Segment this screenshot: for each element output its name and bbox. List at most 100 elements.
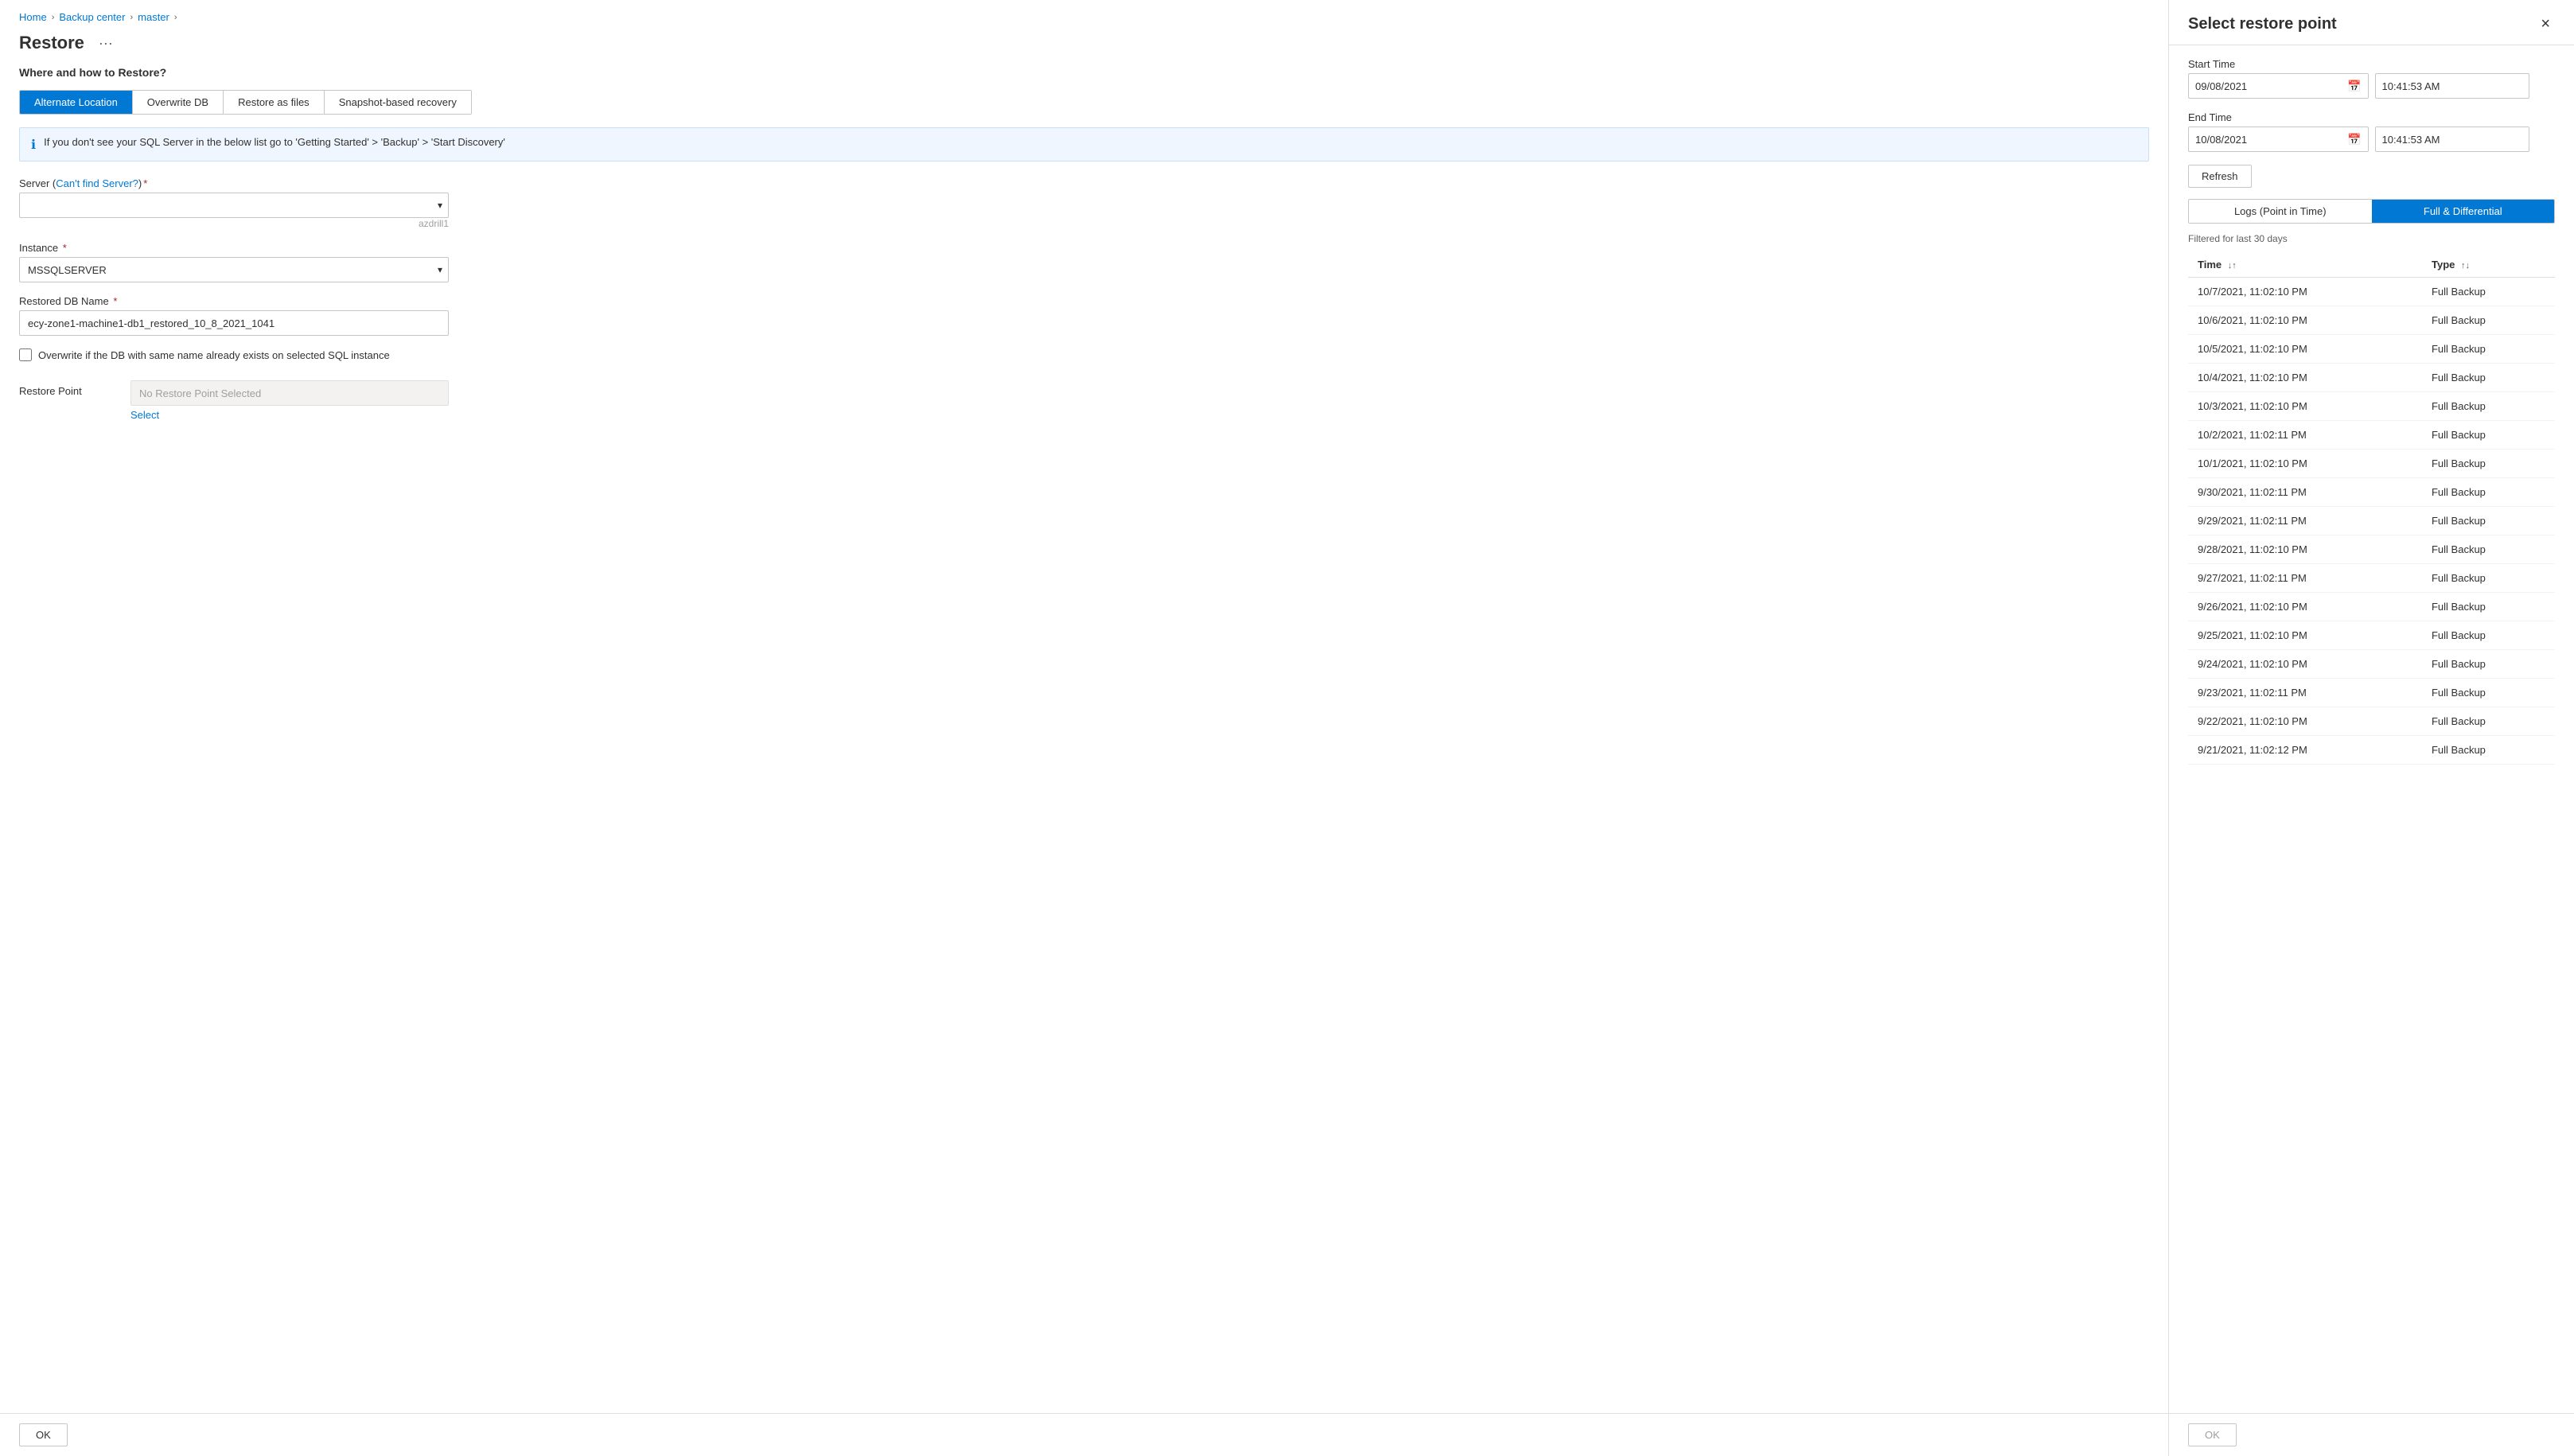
row-time: 10/2/2021, 11:02:11 PM bbox=[2188, 421, 2422, 450]
start-calendar-icon[interactable]: 📅 bbox=[2347, 80, 2361, 93]
end-date-group: 📅 bbox=[2188, 127, 2369, 152]
row-time: 9/28/2021, 11:02:10 PM bbox=[2188, 535, 2422, 564]
row-time: 10/5/2021, 11:02:10 PM bbox=[2188, 335, 2422, 364]
server-dropdown[interactable] bbox=[19, 193, 449, 218]
row-type: Full Backup bbox=[2422, 306, 2555, 335]
row-time: 10/1/2021, 11:02:10 PM bbox=[2188, 450, 2422, 478]
restore-type-tabs: Alternate Location Overwrite DB Restore … bbox=[19, 90, 472, 115]
breadcrumb-backup-center[interactable]: Backup center bbox=[59, 11, 125, 23]
table-row[interactable]: 10/7/2021, 11:02:10 PMFull Backup bbox=[2188, 278, 2555, 306]
end-date-input-wrapper: 📅 bbox=[2188, 127, 2369, 152]
end-calendar-icon[interactable]: 📅 bbox=[2347, 133, 2361, 146]
overwrite-label: Overwrite if the DB with same name alrea… bbox=[38, 349, 390, 361]
tab-restore-as-files[interactable]: Restore as files bbox=[224, 91, 325, 114]
breadcrumb-master[interactable]: master bbox=[138, 11, 169, 23]
start-date-input-wrapper: 📅 bbox=[2188, 73, 2369, 99]
panel-type-toggle: Logs (Point in Time) Full & Differential bbox=[2188, 199, 2555, 224]
breadcrumb-sep3: › bbox=[174, 13, 177, 22]
panel-title: Select restore point bbox=[2188, 15, 2337, 33]
row-type: Full Backup bbox=[2422, 364, 2555, 392]
row-type: Full Backup bbox=[2422, 507, 2555, 535]
select-restore-point-link[interactable]: Select bbox=[130, 409, 449, 421]
toggle-full-differential[interactable]: Full & Differential bbox=[2372, 200, 2555, 223]
table-row[interactable]: 9/26/2021, 11:02:10 PMFull Backup bbox=[2188, 593, 2555, 621]
end-time-input[interactable] bbox=[2375, 127, 2529, 152]
server-hint: azdrill1 bbox=[19, 218, 449, 229]
breadcrumb-home[interactable]: Home bbox=[19, 11, 47, 23]
row-time: 9/21/2021, 11:02:12 PM bbox=[2188, 736, 2422, 765]
table-row[interactable]: 10/6/2021, 11:02:10 PMFull Backup bbox=[2188, 306, 2555, 335]
breadcrumb: Home › Backup center › master › bbox=[0, 0, 2168, 28]
row-time: 9/23/2021, 11:02:11 PM bbox=[2188, 679, 2422, 707]
start-time-row: 📅 bbox=[2188, 73, 2555, 99]
start-time-input[interactable] bbox=[2375, 73, 2529, 99]
table-row[interactable]: 10/4/2021, 11:02:10 PMFull Backup bbox=[2188, 364, 2555, 392]
filter-text: Filtered for last 30 days bbox=[2188, 233, 2555, 244]
end-time-group: End Time 📅 bbox=[2188, 111, 2555, 152]
toggle-logs[interactable]: Logs (Point in Time) bbox=[2189, 200, 2372, 223]
cant-find-server-link[interactable]: Can't find Server? bbox=[56, 177, 138, 189]
row-type: Full Backup bbox=[2422, 392, 2555, 421]
time-sort-icon: ↓↑ bbox=[2228, 261, 2237, 271]
row-time: 9/22/2021, 11:02:10 PM bbox=[2188, 707, 2422, 736]
start-time-label: Start Time bbox=[2188, 58, 2555, 70]
tab-overwrite-db[interactable]: Overwrite DB bbox=[133, 91, 224, 114]
start-date-input[interactable] bbox=[2195, 80, 2344, 92]
main-ok-button[interactable]: OK bbox=[19, 1423, 68, 1446]
panel-ok-button[interactable]: OK bbox=[2188, 1423, 2237, 1446]
tab-snapshot-recovery[interactable]: Snapshot-based recovery bbox=[325, 91, 471, 114]
panel-body: Start Time 📅 End Time bbox=[2169, 45, 2574, 1413]
end-time-field-group bbox=[2375, 127, 2556, 152]
instance-dropdown[interactable]: MSSQLSERVER bbox=[19, 257, 449, 282]
table-row[interactable]: 10/5/2021, 11:02:10 PMFull Backup bbox=[2188, 335, 2555, 364]
col-time-header[interactable]: Time ↓↑ bbox=[2188, 252, 2422, 278]
table-row[interactable]: 9/25/2021, 11:02:10 PMFull Backup bbox=[2188, 621, 2555, 650]
panel-close-button[interactable]: × bbox=[2536, 14, 2555, 33]
table-row[interactable]: 9/24/2021, 11:02:10 PMFull Backup bbox=[2188, 650, 2555, 679]
restored-db-label: Restored DB Name * bbox=[19, 295, 2149, 307]
page-header: Restore ··· bbox=[0, 28, 2168, 66]
row-time: 10/6/2021, 11:02:10 PM bbox=[2188, 306, 2422, 335]
restored-db-input[interactable] bbox=[19, 310, 449, 336]
table-row[interactable]: 10/3/2021, 11:02:10 PMFull Backup bbox=[2188, 392, 2555, 421]
start-time-group: Start Time 📅 bbox=[2188, 58, 2555, 99]
row-time: 9/24/2021, 11:02:10 PM bbox=[2188, 650, 2422, 679]
panel-footer: OK bbox=[2169, 1413, 2574, 1456]
restore-point-placeholder: No Restore Point Selected bbox=[130, 380, 449, 406]
row-type: Full Backup bbox=[2422, 593, 2555, 621]
row-type: Full Backup bbox=[2422, 535, 2555, 564]
table-row[interactable]: 9/27/2021, 11:02:11 PMFull Backup bbox=[2188, 564, 2555, 593]
server-label: Server (Can't find Server?)* bbox=[19, 177, 2149, 189]
table-row[interactable]: 10/2/2021, 11:02:11 PMFull Backup bbox=[2188, 421, 2555, 450]
section-heading: Where and how to Restore? bbox=[19, 66, 2149, 79]
tab-alternate-location[interactable]: Alternate Location bbox=[20, 91, 133, 114]
ellipsis-button[interactable]: ··· bbox=[94, 33, 118, 53]
overwrite-checkbox-row: Overwrite if the DB with same name alrea… bbox=[19, 348, 2149, 361]
row-time: 9/29/2021, 11:02:11 PM bbox=[2188, 507, 2422, 535]
table-row[interactable]: 10/1/2021, 11:02:10 PMFull Backup bbox=[2188, 450, 2555, 478]
table-row[interactable]: 9/30/2021, 11:02:11 PMFull Backup bbox=[2188, 478, 2555, 507]
refresh-button[interactable]: Refresh bbox=[2188, 165, 2252, 188]
table-row[interactable]: 9/29/2021, 11:02:11 PMFull Backup bbox=[2188, 507, 2555, 535]
row-time: 9/25/2021, 11:02:10 PM bbox=[2188, 621, 2422, 650]
overwrite-checkbox[interactable] bbox=[19, 348, 32, 361]
table-row[interactable]: 9/21/2021, 11:02:12 PMFull Backup bbox=[2188, 736, 2555, 765]
row-time: 9/30/2021, 11:02:11 PM bbox=[2188, 478, 2422, 507]
restore-point-row: Restore Point No Restore Point Selected … bbox=[19, 380, 2149, 421]
row-type: Full Backup bbox=[2422, 650, 2555, 679]
table-row[interactable]: 9/22/2021, 11:02:10 PMFull Backup bbox=[2188, 707, 2555, 736]
table-row[interactable]: 9/28/2021, 11:02:10 PMFull Backup bbox=[2188, 535, 2555, 564]
col-type-header[interactable]: Type ↑↓ bbox=[2422, 252, 2555, 278]
table-row[interactable]: 9/23/2021, 11:02:11 PMFull Backup bbox=[2188, 679, 2555, 707]
type-sort-icon: ↑↓ bbox=[2461, 261, 2470, 271]
row-time: 9/26/2021, 11:02:10 PM bbox=[2188, 593, 2422, 621]
side-panel: Select restore point × Start Time 📅 End … bbox=[2168, 0, 2574, 1456]
info-icon: ℹ bbox=[31, 137, 36, 153]
end-date-input[interactable] bbox=[2195, 134, 2344, 146]
row-type: Full Backup bbox=[2422, 621, 2555, 650]
row-type: Full Backup bbox=[2422, 335, 2555, 364]
row-type: Full Backup bbox=[2422, 679, 2555, 707]
row-time: 10/3/2021, 11:02:10 PM bbox=[2188, 392, 2422, 421]
row-type: Full Backup bbox=[2422, 478, 2555, 507]
main-page: Home › Backup center › master › Restore … bbox=[0, 0, 2168, 1456]
